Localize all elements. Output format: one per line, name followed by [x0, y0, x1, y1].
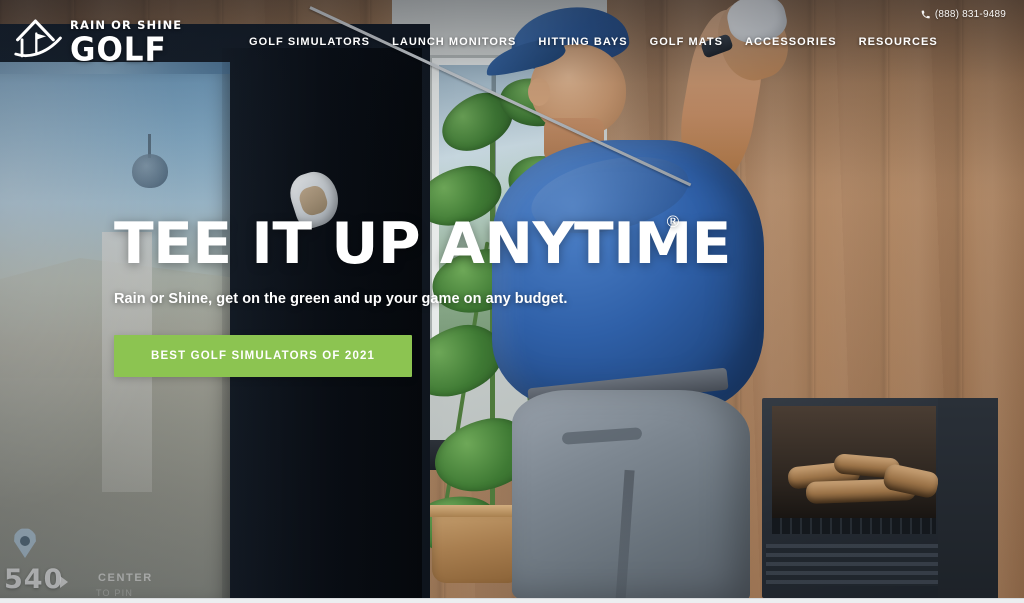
- hero-content: TEE IT UP ANYTIME ® Rain or Shine, get o…: [114, 212, 754, 377]
- hero-section: 540 CENTER TO PIN (888) 831-9489 RAIN OR…: [0, 0, 1024, 598]
- hud-sub-label: TO PIN: [96, 588, 134, 598]
- nav-item-accessories[interactable]: ACCESSORIES: [745, 36, 859, 48]
- hero-cta-button[interactable]: BEST GOLF SIMULATORS OF 2021: [114, 335, 413, 377]
- nav-item-golf-mats[interactable]: GOLF MATS: [650, 36, 745, 48]
- page-root: 540 CENTER TO PIN (888) 831-9489 RAIN OR…: [0, 0, 1024, 603]
- play-caret-icon: [60, 576, 68, 588]
- hud-distance: 540: [4, 564, 64, 595]
- brand-line-1: RAIN OR SHINE: [70, 18, 183, 32]
- site-logo[interactable]: RAIN OR SHINE GOLF: [14, 16, 182, 66]
- phone-icon: [921, 10, 930, 19]
- page-bottom-edge: [0, 598, 1024, 603]
- simulator-hud: 540 CENTER TO PIN: [0, 528, 228, 598]
- hud-target-label: CENTER: [98, 572, 153, 584]
- phone-link[interactable]: (888) 831-9489: [921, 9, 1006, 20]
- hero-headline: TEE IT UP ANYTIME ®: [114, 212, 731, 273]
- nav-item-resources[interactable]: RESOURCES: [859, 36, 938, 48]
- golfer-ear: [528, 78, 550, 106]
- phone-number: (888) 831-9489: [934, 8, 1006, 20]
- registered-trademark-mark: ®: [664, 212, 681, 231]
- nav-item-hitting-bays[interactable]: HITTING BAYS: [538, 36, 649, 48]
- hero-headline-text: TEE IT UP ANYTIME: [114, 211, 731, 277]
- main-navigation: GOLF SIMULATORS LAUNCH MONITORS HITTING …: [249, 36, 938, 48]
- projector-arm: [148, 134, 151, 158]
- nav-item-golf-simulators[interactable]: GOLF SIMULATORS: [249, 36, 392, 48]
- projector-icon: [132, 154, 168, 188]
- brand-line-2: GOLF: [70, 30, 167, 69]
- fireplace-surround: [938, 398, 998, 598]
- house-with-golf-flag-icon: [14, 16, 64, 60]
- logo-wordmark: RAIN OR SHINE GOLF: [70, 16, 182, 65]
- map-pin-icon: [14, 528, 36, 558]
- nav-item-launch-monitors[interactable]: LAUNCH MONITORS: [392, 36, 538, 48]
- hero-subheadline: Rain or Shine, get on the green and up y…: [114, 291, 568, 307]
